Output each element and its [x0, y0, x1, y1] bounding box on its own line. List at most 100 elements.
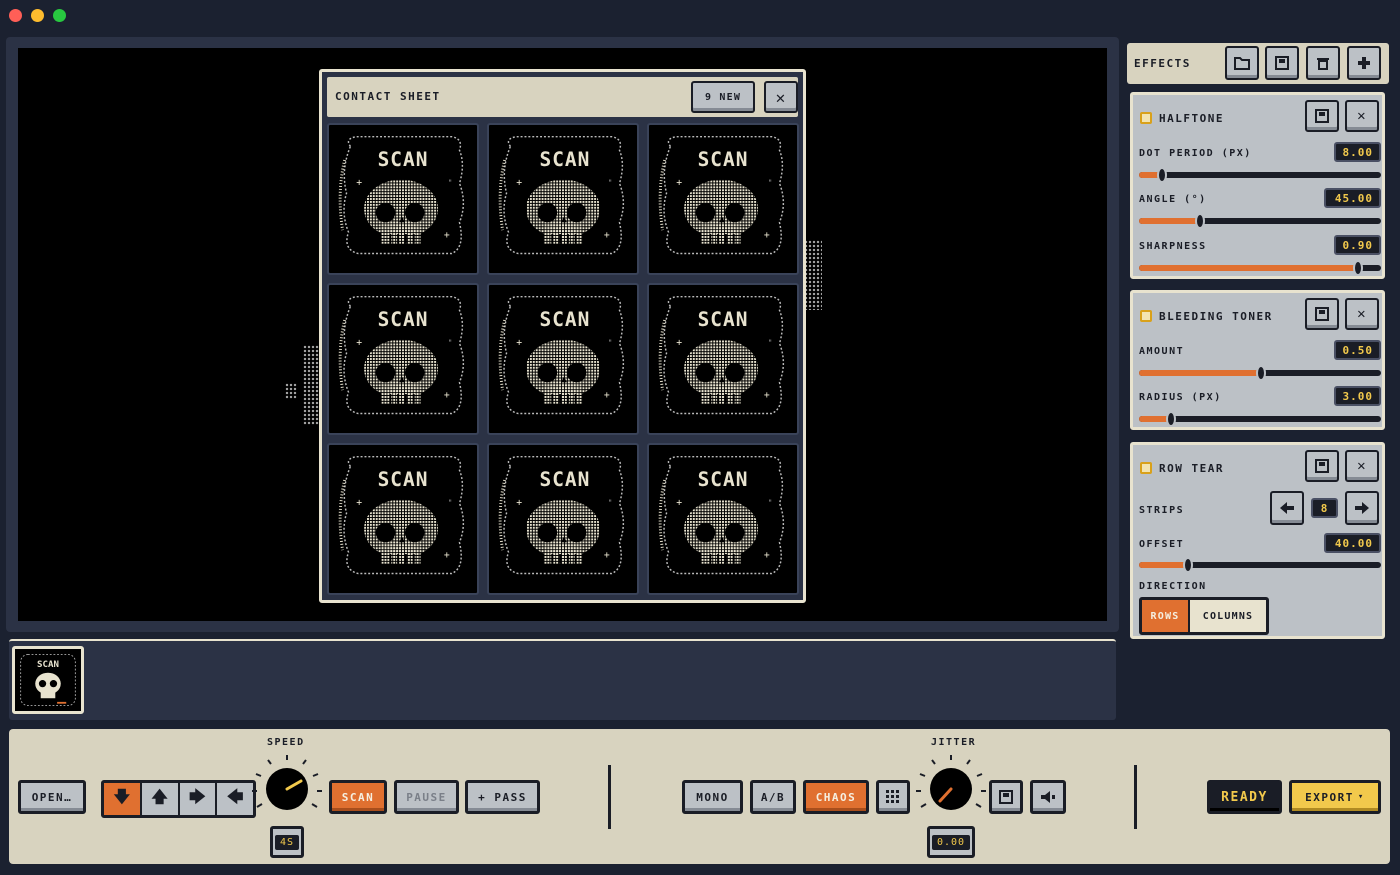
svg-text:+: +: [356, 337, 362, 348]
svg-text:SCAN: SCAN: [540, 148, 591, 171]
open-button[interactable]: OPEN…: [18, 780, 86, 814]
arrow-up-icon[interactable]: 🡅: [142, 783, 180, 815]
svg-text:SCAN: SCAN: [378, 148, 429, 171]
pause-button[interactable]: PAUSE: [394, 780, 459, 814]
param-value[interactable]: 3.00: [1334, 386, 1381, 406]
param-label: DOT PERIOD (PX): [1139, 148, 1252, 159]
svg-text:+: +: [356, 177, 362, 188]
save-icon[interactable]: [1265, 46, 1299, 80]
window-minimize-button[interactable]: [31, 9, 44, 22]
direction-toggle: ROWS COLUMNS: [1139, 597, 1269, 635]
angle-slider[interactable]: [1139, 213, 1381, 229]
grid-icon[interactable]: [876, 780, 910, 814]
window-maximize-button[interactable]: [53, 9, 66, 22]
dot-period-slider[interactable]: [1139, 167, 1381, 183]
strips-increment-arrow-right-icon[interactable]: [1345, 491, 1379, 525]
skull-icon: SCAN + + ": [338, 135, 465, 255]
param-value[interactable]: 0.50: [1334, 340, 1381, 360]
ready-status: READY: [1207, 780, 1282, 814]
save-icon[interactable]: [1305, 298, 1339, 330]
param-label: AMOUNT: [1139, 346, 1185, 357]
save-icon[interactable]: [989, 780, 1023, 814]
strips-decrement-arrow-left-icon[interactable]: [1270, 491, 1304, 525]
close-icon[interactable]: ✕: [1345, 450, 1379, 482]
contact-sheet-tile[interactable]: SCAN + + ": [487, 443, 639, 595]
bleeding-toner-enable-checkbox[interactable]: [1140, 310, 1152, 322]
mono-button[interactable]: MONO: [682, 780, 743, 814]
jitter-dial[interactable]: [914, 751, 988, 825]
effect-card-halftone: HALFTONE ✕ DOT PERIOD (PX) 8.00 ANGLE (°…: [1130, 92, 1385, 279]
skull-icon: SCAN + + ": [498, 135, 625, 255]
effect-title: HALFTONE: [1159, 112, 1224, 125]
halftone-enable-checkbox[interactable]: [1140, 112, 1152, 124]
speaker-icon[interactable]: [1030, 780, 1066, 814]
svg-text:": ": [608, 178, 613, 187]
contact-sheet-tile[interactable]: SCAN + + ": [327, 283, 479, 435]
svg-text:": ": [448, 178, 453, 187]
jitter-value-box[interactable]: 0.00: [927, 826, 975, 858]
svg-text:+: +: [764, 550, 770, 561]
contact-sheet-tile[interactable]: SCAN + + ": [487, 123, 639, 275]
svg-text:+: +: [516, 177, 522, 188]
strips-value[interactable]: 8: [1311, 498, 1338, 518]
svg-text:+: +: [444, 390, 450, 401]
folder-icon[interactable]: [1225, 46, 1259, 80]
add-pass-button[interactable]: + PASS: [465, 780, 540, 814]
effect-title: BLEEDING TONER: [1159, 310, 1273, 323]
window-close-button[interactable]: [9, 9, 22, 22]
timeline-thumbnail[interactable]: SCAN: [12, 646, 84, 714]
row-tear-enable-checkbox[interactable]: [1140, 462, 1152, 474]
contact-sheet-tile[interactable]: SCAN + + ": [647, 123, 799, 275]
save-icon[interactable]: [1305, 100, 1339, 132]
chaos-button[interactable]: CHAOS: [803, 780, 869, 814]
speed-dial[interactable]: [250, 751, 324, 825]
amount-slider[interactable]: [1139, 365, 1381, 381]
arrow-left-icon[interactable]: 🡄: [217, 783, 253, 815]
scan-button[interactable]: SCAN: [329, 780, 387, 814]
trash-icon[interactable]: [1306, 46, 1340, 80]
effects-title: EFFECTS: [1134, 57, 1191, 70]
new-count-button[interactable]: 9 NEW: [691, 81, 755, 113]
svg-text:+: +: [356, 497, 362, 508]
export-button[interactable]: EXPORT ▾: [1289, 780, 1381, 814]
param-value[interactable]: 40.00: [1324, 533, 1381, 553]
direction-rows-option[interactable]: ROWS: [1142, 600, 1190, 632]
param-value[interactable]: 8.00: [1334, 142, 1381, 162]
svg-text:+: +: [444, 230, 450, 241]
speed-value-box[interactable]: 4S: [270, 826, 304, 858]
sharpness-slider[interactable]: [1139, 260, 1381, 276]
param-value[interactable]: 0.90: [1334, 235, 1381, 255]
param-value[interactable]: 45.00: [1324, 188, 1381, 208]
contact-sheet-tile[interactable]: SCAN + + ": [487, 283, 639, 435]
contact-sheet-grid: SCAN + + " SCAN + + " SCAN + + " SCAN + + " SCAN + + " SCAN +…: [327, 123, 799, 595]
jitter-label: JITTER: [931, 737, 977, 748]
arrow-down-icon[interactable]: 🡇: [104, 783, 142, 815]
skull-icon: SCAN + + ": [338, 455, 465, 575]
contact-sheet-tile[interactable]: SCAN + + ": [327, 443, 479, 595]
skull-thumbnail-icon: SCAN: [20, 654, 76, 706]
save-icon[interactable]: [1305, 450, 1339, 482]
close-icon[interactable]: ✕: [1345, 298, 1379, 330]
contact-sheet-tile[interactable]: SCAN + + ": [647, 443, 799, 595]
arrow-right-icon[interactable]: 🡆: [180, 783, 218, 815]
radius-slider[interactable]: [1139, 411, 1381, 427]
svg-text:+: +: [676, 337, 682, 348]
svg-text:+: +: [676, 177, 682, 188]
toolbar-divider: [608, 765, 611, 829]
direction-columns-option[interactable]: COLUMNS: [1190, 600, 1266, 632]
contact-sheet-tile[interactable]: SCAN + + ": [327, 123, 479, 275]
svg-text:+: +: [676, 497, 682, 508]
param-label: OFFSET: [1139, 539, 1185, 550]
plus-icon[interactable]: [1347, 46, 1381, 80]
close-icon[interactable]: ✕: [764, 81, 798, 113]
effect-card-bleeding-toner: BLEEDING TONER ✕ AMOUNT 0.50 RADIUS (PX)…: [1130, 290, 1385, 430]
close-icon[interactable]: ✕: [1345, 100, 1379, 132]
param-label: STRIPS: [1139, 505, 1185, 516]
svg-text:": ": [768, 338, 773, 347]
offset-slider[interactable]: [1139, 557, 1381, 573]
contact-sheet-tile[interactable]: SCAN + + ": [647, 283, 799, 435]
thumb-label: SCAN: [37, 660, 59, 670]
effects-header: EFFECTS: [1127, 43, 1389, 84]
ab-compare-button[interactable]: A/B: [750, 780, 796, 814]
skull-icon: SCAN + + ": [338, 295, 465, 415]
